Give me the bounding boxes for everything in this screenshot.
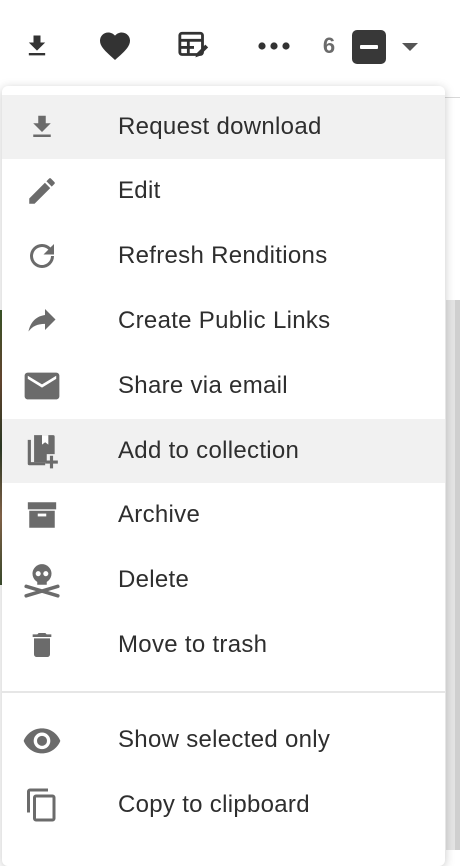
favorite-button[interactable] bbox=[95, 26, 135, 66]
archive-box-icon bbox=[22, 497, 62, 533]
menu-item-label: Archive bbox=[118, 501, 201, 528]
heart-icon bbox=[96, 28, 134, 64]
pencil-icon bbox=[22, 173, 62, 209]
share-arrow-icon bbox=[22, 303, 62, 339]
menu-item-edit[interactable]: Edit bbox=[2, 159, 445, 223]
actions-menu: Request download Edit Refresh Renditions… bbox=[2, 86, 445, 866]
refresh-icon bbox=[22, 238, 62, 274]
selection-dropdown-button[interactable] bbox=[398, 38, 422, 58]
menu-item-label: Move to trash bbox=[118, 631, 268, 658]
selection-toolbar: 6 bbox=[0, 0, 460, 95]
caret-down-icon bbox=[401, 39, 419, 57]
menu-item-label: Add to collection bbox=[118, 437, 300, 464]
menu-item-label: Show selected only bbox=[118, 726, 331, 753]
menu-item-add-to-collection[interactable]: Add to collection bbox=[2, 419, 445, 483]
toolbar-divider bbox=[445, 97, 460, 98]
download-icon bbox=[23, 30, 51, 62]
menu-item-move-to-trash[interactable]: Move to trash bbox=[2, 613, 445, 677]
menu-item-label: Copy to clipboard bbox=[118, 791, 310, 818]
download-button[interactable] bbox=[17, 26, 57, 66]
edit-metadata-icon bbox=[175, 29, 213, 63]
menu-item-archive[interactable]: Archive bbox=[2, 483, 445, 547]
menu-item-copy-to-clipboard[interactable]: Copy to clipboard bbox=[2, 773, 445, 837]
more-icon bbox=[257, 41, 291, 51]
menu-item-delete[interactable]: Delete bbox=[2, 548, 445, 612]
menu-item-refresh-renditions[interactable]: Refresh Renditions bbox=[2, 224, 445, 288]
menu-item-label: Delete bbox=[118, 566, 190, 593]
menu-item-share-via-email[interactable]: Share via email bbox=[2, 354, 445, 418]
add-to-collection-icon bbox=[22, 433, 62, 469]
menu-item-show-selected-only[interactable]: Show selected only bbox=[2, 708, 445, 772]
selected-count: 6 bbox=[322, 33, 336, 58]
menu-item-label: Request download bbox=[118, 113, 322, 140]
select-toggle-icon[interactable] bbox=[352, 30, 386, 64]
menu-item-label: Edit bbox=[118, 177, 161, 204]
menu-item-request-download[interactable]: Request download bbox=[2, 95, 445, 159]
menu-item-label: Create Public Links bbox=[118, 307, 331, 334]
eye-icon bbox=[22, 722, 62, 758]
menu-item-create-public-links[interactable]: Create Public Links bbox=[2, 289, 445, 353]
download-icon bbox=[22, 109, 62, 145]
menu-divider bbox=[2, 691, 445, 693]
menu-item-label: Share via email bbox=[118, 372, 288, 399]
page-scrollbar[interactable] bbox=[455, 300, 460, 850]
trash-icon bbox=[22, 627, 62, 663]
skull-icon bbox=[22, 562, 62, 598]
copy-icon bbox=[22, 787, 62, 823]
menu-item-label: Refresh Renditions bbox=[118, 242, 328, 269]
envelope-icon bbox=[22, 368, 62, 404]
more-actions-button[interactable] bbox=[254, 26, 294, 66]
edit-metadata-button[interactable] bbox=[174, 26, 214, 66]
